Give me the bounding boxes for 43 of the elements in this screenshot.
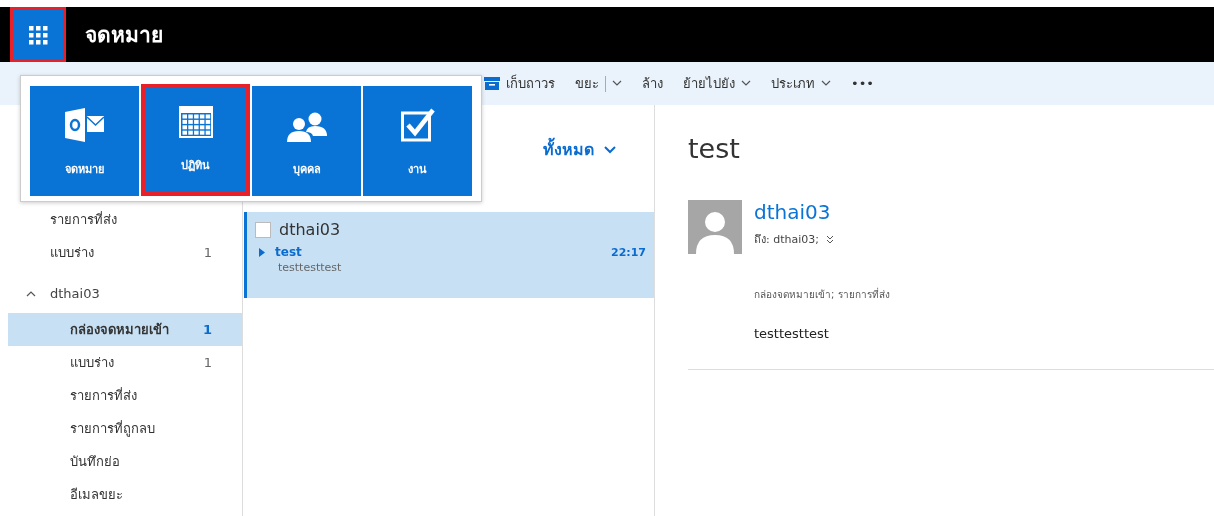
app-tile[interactable]: งาน bbox=[363, 86, 472, 196]
archive-icon bbox=[484, 77, 500, 90]
folder-item[interactable]: บันทึกย่อ bbox=[8, 445, 242, 478]
message-item[interactable]: dthai03 test 22:17 testtesttest bbox=[244, 212, 654, 298]
toolbar-button[interactable]: ล้าง bbox=[642, 73, 663, 94]
app-title: จดหมาย bbox=[85, 22, 163, 49]
recipient-line: ถึง: dthai03; bbox=[754, 232, 819, 248]
folder-item[interactable]: กล่องจดหมายเข้า 1 bbox=[8, 313, 242, 346]
chevron-down-icon bbox=[604, 145, 616, 154]
folder-item[interactable]: รายการที่ส่ง bbox=[8, 379, 242, 412]
toolbar-button[interactable]: ขยะ bbox=[575, 73, 622, 94]
app-launcher-button[interactable] bbox=[10, 7, 66, 62]
waffle-icon bbox=[28, 24, 48, 45]
chevron-down-icon bbox=[612, 80, 622, 87]
toolbar-button[interactable]: ประเภท bbox=[771, 73, 831, 94]
account-header[interactable]: dthai03 bbox=[0, 273, 242, 313]
expand-arrow-icon[interactable] bbox=[259, 247, 265, 257]
mail-app-icon bbox=[64, 108, 105, 142]
people-icon bbox=[285, 112, 328, 142]
folder-item[interactable]: อีเมลขยะ bbox=[8, 478, 242, 511]
folder-item[interactable]: รายการที่ถูกลบ bbox=[8, 412, 242, 445]
message-body: testtesttest bbox=[754, 326, 830, 341]
toolbar-button[interactable]: ย้ายไปยัง bbox=[683, 73, 751, 94]
sender-name[interactable]: dthai03 bbox=[754, 200, 834, 224]
avatar-icon bbox=[688, 200, 742, 254]
filter-dropdown[interactable]: ทั้งหมด bbox=[543, 137, 616, 162]
app-tile[interactable]: บุคคล bbox=[252, 86, 361, 196]
app-tile[interactable]: จดหมาย bbox=[30, 86, 139, 196]
folder-labels: กล่องจดหมายเข้า; รายการที่ส่ง bbox=[754, 287, 891, 302]
calendar-icon bbox=[178, 106, 213, 138]
folder-item[interactable]: แบบร่าง 1 bbox=[8, 236, 242, 269]
app-tile[interactable]: ปฏิทิน bbox=[141, 84, 250, 196]
toolbar-button[interactable]: เก็บถาวร bbox=[484, 73, 555, 94]
chevron-up-icon bbox=[26, 289, 36, 297]
chevron-down-icon bbox=[821, 80, 831, 87]
message-subject: test bbox=[688, 133, 741, 166]
checkbox[interactable] bbox=[255, 221, 271, 238]
folder-item[interactable]: แบบร่าง 1 bbox=[8, 346, 242, 379]
checkbox-tick-icon bbox=[400, 108, 435, 142]
folder-item[interactable]: รายการที่ส่ง bbox=[8, 203, 242, 236]
toolbar-button[interactable]: ••• bbox=[851, 76, 874, 91]
chevron-down-icon bbox=[741, 80, 751, 87]
expand-icon[interactable] bbox=[826, 234, 834, 244]
